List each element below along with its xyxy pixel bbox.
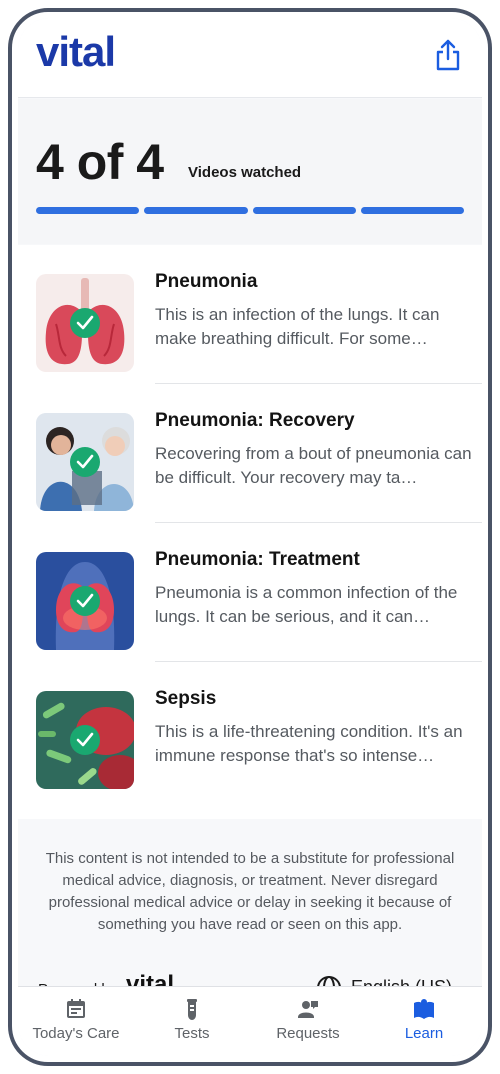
tab-label: Today's Care	[32, 1025, 120, 1042]
progress-segment	[360, 207, 464, 214]
video-description: This is an infection of the lungs. It ca…	[155, 305, 440, 348]
watched-check-icon	[70, 725, 100, 755]
tab-learn[interactable]: Learn	[366, 987, 482, 1056]
test-tube-icon	[180, 997, 204, 1021]
video-item-pneumonia-recovery[interactable]: Pneumonia: Recovery Recovering from a bo…	[18, 384, 482, 523]
video-title: Sepsis	[155, 688, 217, 709]
video-description: This is a life-threatening condition. It…	[155, 722, 463, 765]
video-description: Pneumonia is a common infection of the l…	[155, 583, 458, 626]
video-title: Pneumonia: Recovery	[155, 410, 355, 431]
device-frame: vital 4 of 4 Videos watched Pneumonia Th…	[8, 8, 492, 1066]
progress-label: Videos watched	[188, 164, 302, 181]
video-description: Recovering from a bout of pneumonia can …	[155, 444, 472, 487]
video-title: Pneumonia	[155, 271, 258, 292]
medical-disclaimer: This content is not intended to be a sub…	[45, 850, 455, 933]
tab-tests[interactable]: Tests	[134, 987, 250, 1056]
video-list: Pneumonia This is an infection of the lu…	[18, 245, 482, 819]
request-person-icon	[296, 997, 320, 1021]
book-icon	[412, 997, 436, 1021]
share-icon[interactable]	[434, 38, 462, 72]
tab-label: Tests	[174, 1025, 210, 1042]
tab-label: Learn	[404, 1025, 444, 1042]
watched-check-icon	[70, 447, 100, 477]
video-title: Pneumonia: Treatment	[155, 549, 360, 570]
tab-todays-care[interactable]: Today's Care	[18, 987, 134, 1056]
progress-bar	[36, 207, 464, 214]
app-header: vital	[18, 18, 482, 98]
video-item-pneumonia[interactable]: Pneumonia This is an infection of the lu…	[18, 245, 482, 384]
tab-label: Requests	[276, 1025, 340, 1042]
progress-summary: 4 of 4 Videos watched	[18, 99, 482, 244]
progress-segment	[144, 207, 248, 214]
progress-segment	[252, 207, 356, 214]
progress-segment	[36, 207, 140, 214]
tab-requests[interactable]: Requests	[250, 987, 366, 1056]
video-item-pneumonia-treatment[interactable]: Pneumonia: Treatment Pneumonia is a comm…	[18, 523, 482, 662]
vital-logo: vital	[36, 28, 116, 75]
bottom-tab-bar: Today's Care Tests Requests Learn	[18, 986, 482, 1056]
calendar-icon	[64, 997, 88, 1021]
watched-check-icon	[70, 308, 100, 338]
app-screen: vital 4 of 4 Videos watched Pneumonia Th…	[18, 18, 482, 1056]
progress-count: 4 of 4	[36, 134, 164, 190]
watched-check-icon	[70, 586, 100, 616]
video-item-sepsis[interactable]: Sepsis This is a life-threatening condit…	[18, 662, 482, 801]
